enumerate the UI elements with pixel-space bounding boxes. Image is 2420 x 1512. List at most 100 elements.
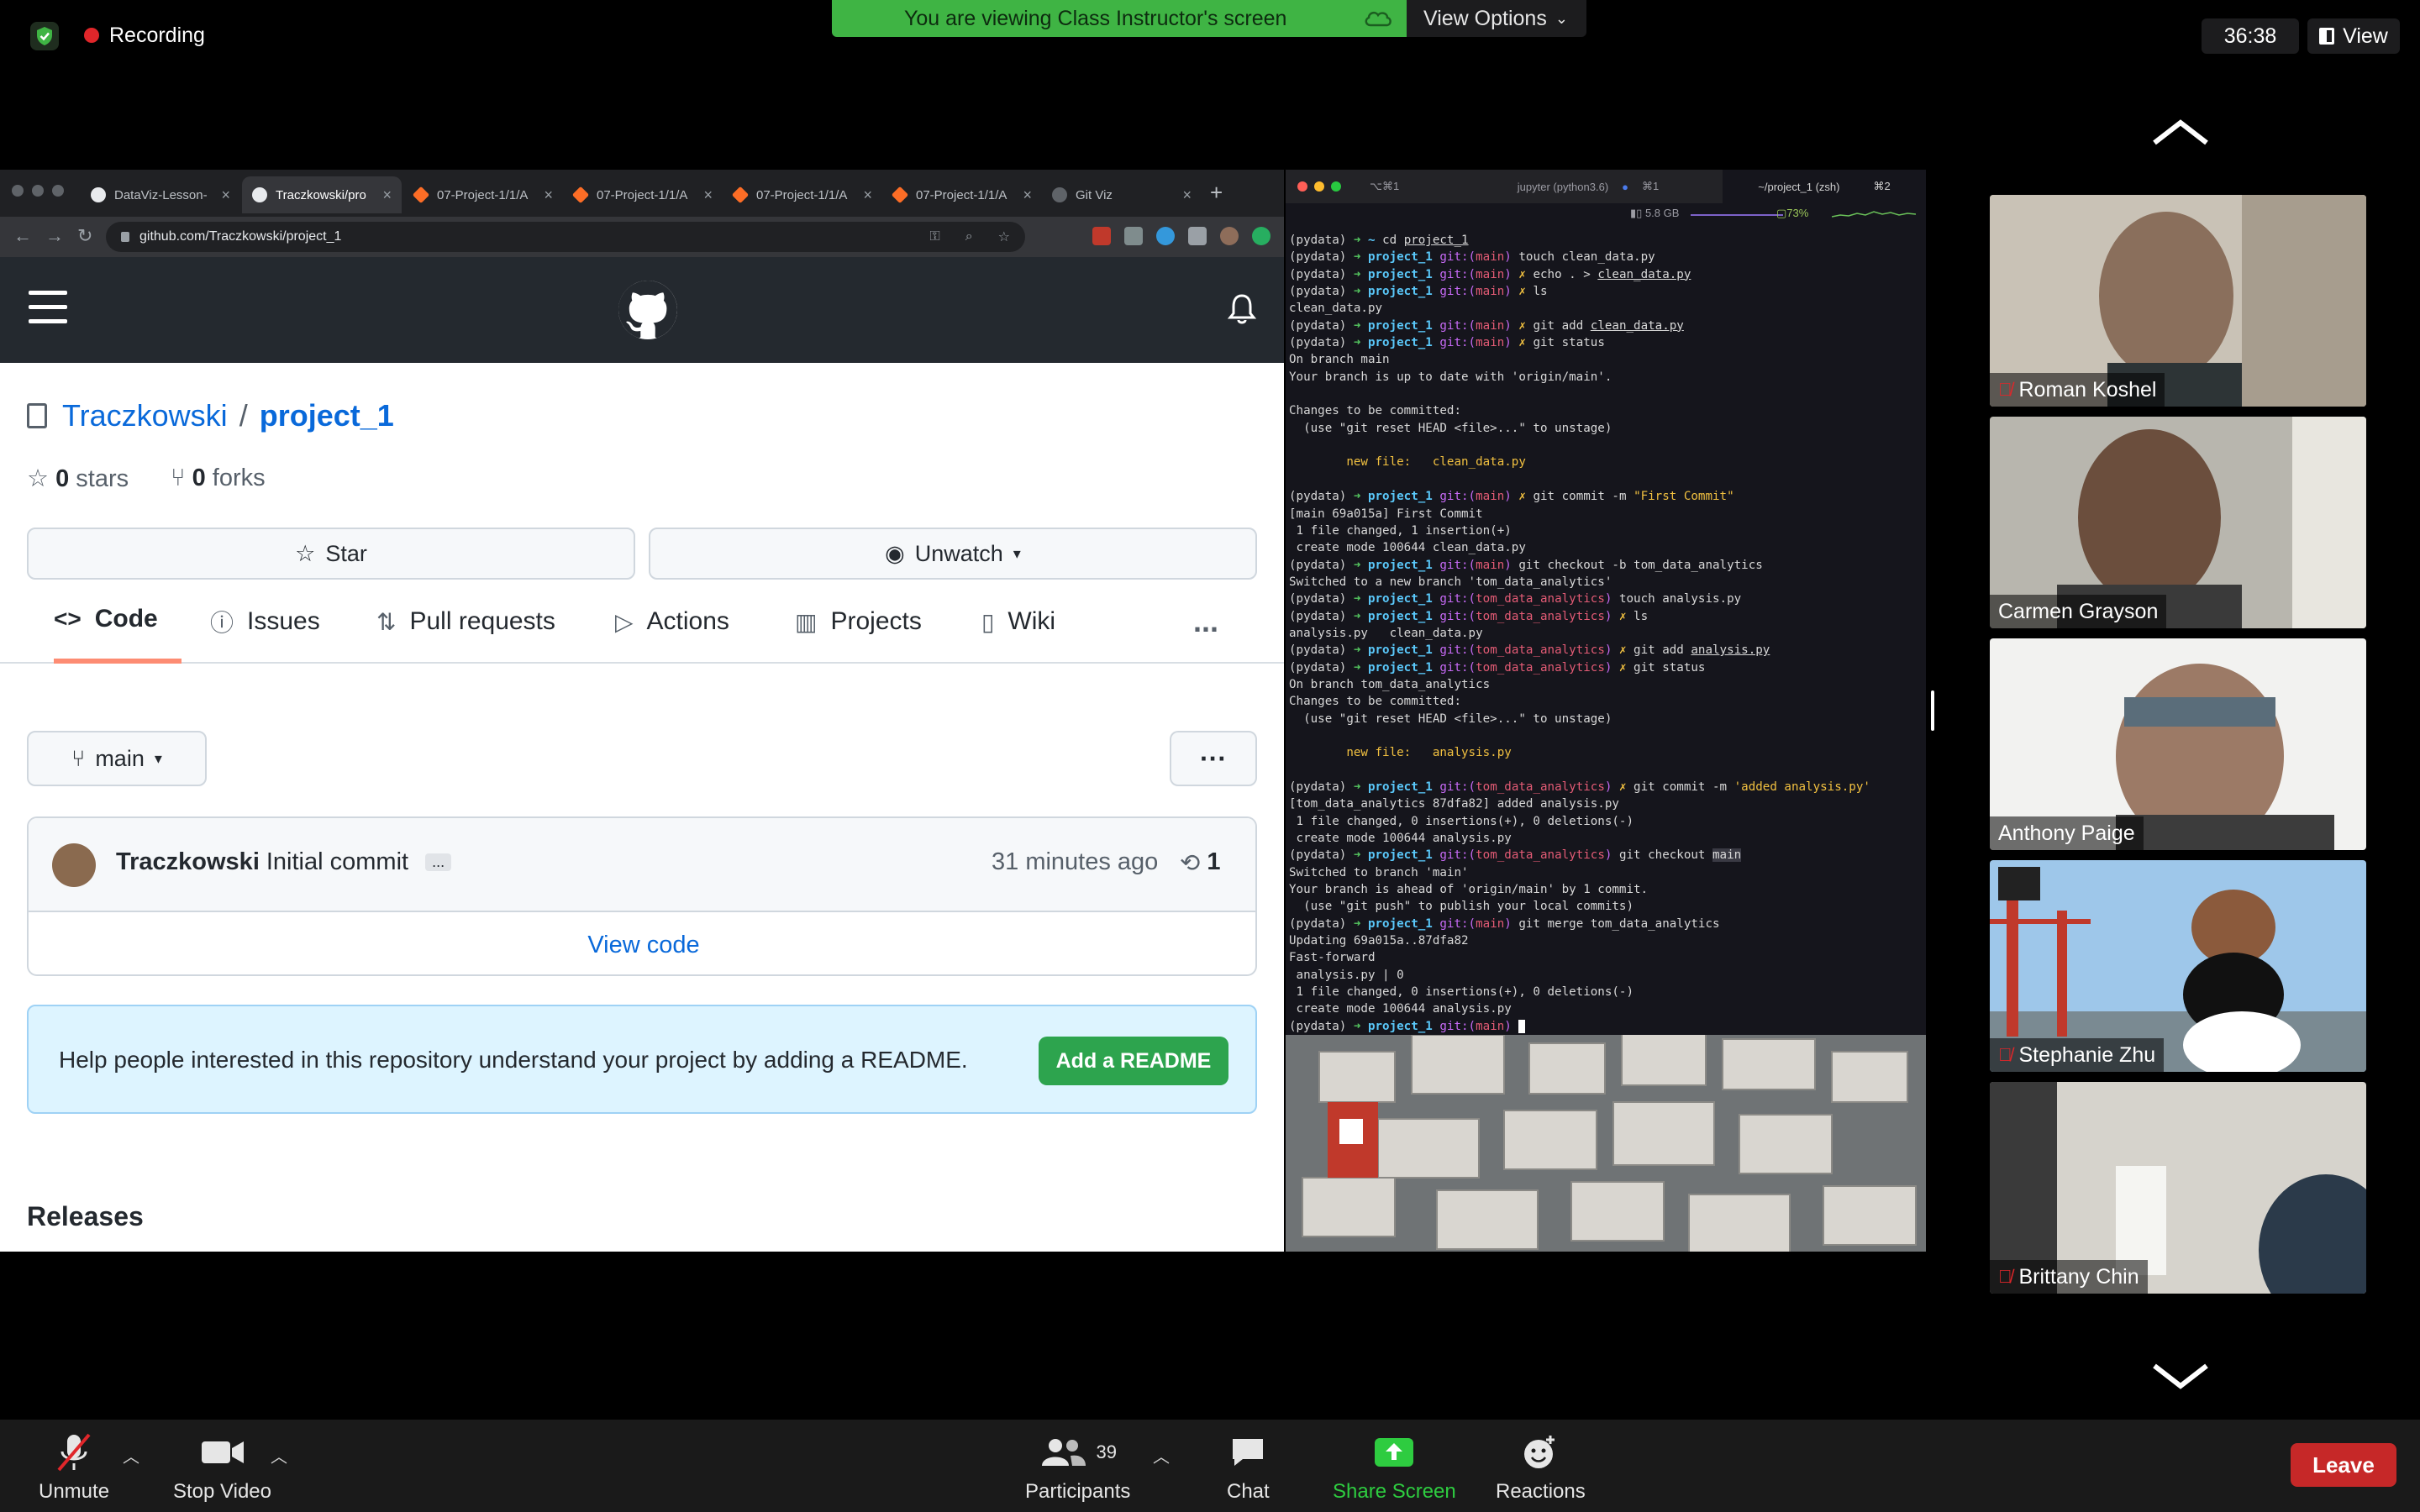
close-tab-icon[interactable]: × xyxy=(544,186,553,204)
commit-expand-button[interactable]: ... xyxy=(425,853,452,871)
browser-tab[interactable]: 07-Project-1/1/A × xyxy=(403,176,563,213)
view-code-link[interactable]: View code xyxy=(29,912,1255,974)
unmute-button[interactable]: Unmute xyxy=(39,1431,109,1504)
window-minimize-icon[interactable] xyxy=(1314,181,1324,192)
github-logo-icon[interactable] xyxy=(618,281,677,339)
forward-icon[interactable]: → xyxy=(45,225,64,247)
participant-tile[interactable]: Carmen Grayson xyxy=(1990,417,2366,628)
browser-tab-active[interactable]: Traczkowski/pro × xyxy=(242,176,402,213)
forks-link[interactable]: ⑂ 0 forks xyxy=(171,465,266,492)
reload-icon[interactable]: ↻ xyxy=(77,225,92,247)
command-selection: main xyxy=(1712,848,1742,863)
key-icon[interactable]: ⚿ xyxy=(930,229,940,244)
scroll-up-chevron-icon[interactable] xyxy=(2151,116,2210,150)
participant-tile[interactable]: 🎙̸ Brittany Chin xyxy=(1990,1082,2366,1294)
tab-issues[interactable]: ⓘ Issues xyxy=(210,580,320,664)
menu-icon[interactable] xyxy=(29,291,67,324)
command-string: 'added analysis.py' xyxy=(1733,780,1870,794)
stop-video-button[interactable]: Stop Video xyxy=(173,1431,271,1504)
terminal-line: create mode 100644 analysis.py xyxy=(1289,830,1923,847)
window-zoom-icon[interactable] xyxy=(52,185,64,197)
repo-owner-link[interactable]: Traczkowski xyxy=(62,398,228,433)
tab-wiki[interactable]: ▯ Wiki xyxy=(981,580,1055,664)
stars-link[interactable]: ☆ 0 stars xyxy=(27,464,129,493)
close-tab-icon[interactable]: × xyxy=(1023,186,1032,204)
window-close-icon[interactable] xyxy=(12,185,24,197)
recording-indicator[interactable]: Recording xyxy=(84,20,205,50)
participant-tile[interactable]: 🎙̸ Roman Koshel xyxy=(1990,195,2366,407)
commit-history-link[interactable]: ⟲ 1 xyxy=(1180,848,1220,878)
tab-actions[interactable]: ▷ Actions xyxy=(615,580,729,664)
command-text: git commit -m xyxy=(1634,780,1734,794)
commit-author-link[interactable]: Traczkowski xyxy=(116,848,260,876)
terminal-tab-jupyter[interactable]: jupyter (python3.6) ● ⌘1 xyxy=(1454,170,1723,203)
scroll-down-chevron-icon[interactable] xyxy=(2151,1359,2210,1393)
prompt-git: git:( xyxy=(1439,250,1476,265)
view-button[interactable]: View xyxy=(2307,18,2400,54)
puzzle-icon[interactable] xyxy=(1188,227,1207,245)
extension-icon[interactable] xyxy=(1124,227,1143,245)
more-options-button[interactable]: ··· xyxy=(1170,731,1257,786)
browser-tab[interactable]: DataViz-Lesson- × xyxy=(81,176,240,213)
security-shield-icon[interactable] xyxy=(30,22,59,50)
bookmark-star-icon[interactable]: ☆ xyxy=(998,228,1010,245)
participants-button[interactable]: 39 Participants xyxy=(1025,1431,1130,1504)
avatar[interactable] xyxy=(52,843,96,887)
extension-icon[interactable] xyxy=(1156,227,1175,245)
repo-name-link[interactable]: project_1 xyxy=(260,398,394,433)
video-options-caret-icon[interactable]: ︿ xyxy=(271,1443,287,1467)
browser-tab[interactable]: 07-Project-1/1/A × xyxy=(563,176,723,213)
profile-avatar[interactable] xyxy=(1220,227,1239,245)
branch-select-button[interactable]: ⑂ main ▾ xyxy=(27,731,207,786)
more-tabs-button[interactable]: ... xyxy=(1193,580,1218,664)
url-field[interactable]: github.com/Traczkowski/project_1 ⚿ ⌕ ☆ xyxy=(106,222,1025,252)
prompt-git: ) xyxy=(1504,267,1519,281)
add-readme-button[interactable]: Add a README xyxy=(1039,1037,1228,1085)
browser-tab[interactable]: 07-Project-1/1/A × xyxy=(723,176,882,213)
unwatch-button[interactable]: ◉ Unwatch ▾ xyxy=(649,528,1257,580)
terminal-line: On branch tom_data_analytics xyxy=(1289,676,1923,693)
dirty-mark-icon: ✗ xyxy=(1618,780,1634,794)
tab-pull-requests[interactable]: ⇅ Pull requests xyxy=(376,580,555,664)
window-zoom-icon[interactable] xyxy=(1331,181,1341,192)
window-minimize-icon[interactable] xyxy=(32,185,44,197)
participant-tile[interactable]: Anthony Paige xyxy=(1990,638,2366,850)
participant-tile[interactable]: 🎙̸ Stephanie Zhu xyxy=(1990,860,2366,1072)
audio-options-caret-icon[interactable]: ︿ xyxy=(123,1443,139,1467)
close-tab-icon[interactable]: × xyxy=(703,186,713,204)
prompt-git: git:( xyxy=(1439,848,1476,863)
commit-time[interactable]: 31 minutes ago xyxy=(992,848,1158,876)
terminal-output[interactable]: (pydata) ➜ ~ cd project_1 (pydata) ➜ proj… xyxy=(1289,232,1923,1035)
extension-icon[interactable] xyxy=(1092,227,1111,245)
reactions-button[interactable]: Reactions xyxy=(1496,1431,1586,1504)
tab-label: Actions xyxy=(646,607,729,635)
new-tab-icon[interactable]: + xyxy=(1210,180,1223,206)
commit-message-link[interactable]: Initial commit xyxy=(266,848,408,876)
output-text: (use "git push" to publish your local co… xyxy=(1289,900,1634,914)
close-tab-icon[interactable]: × xyxy=(382,186,392,204)
prompt-dir: project_1 xyxy=(1367,318,1440,333)
tab-projects[interactable]: ▥ Projects xyxy=(795,580,922,664)
view-options-button[interactable]: View Options ⌄ xyxy=(1407,0,1586,37)
zoom-magnifier-icon[interactable]: ⌕ xyxy=(965,229,973,244)
window-close-icon[interactable] xyxy=(1297,181,1307,192)
close-tab-icon[interactable]: × xyxy=(221,186,230,204)
share-screen-button[interactable]: Share Screen xyxy=(1333,1431,1456,1504)
close-tab-icon[interactable]: × xyxy=(1182,186,1192,204)
leave-button[interactable]: Leave xyxy=(2291,1443,2396,1487)
participants-options-caret-icon[interactable]: ︿ xyxy=(1153,1443,1170,1467)
back-icon[interactable]: ← xyxy=(13,225,32,247)
star-outline-icon: ☆ xyxy=(27,465,49,492)
chat-button[interactable]: Chat xyxy=(1227,1431,1270,1504)
commit-count: 1 xyxy=(1207,848,1221,875)
notifications-bell-icon[interactable] xyxy=(1227,292,1257,326)
extension-icon[interactable] xyxy=(1252,227,1270,245)
close-tab-icon[interactable]: × xyxy=(863,186,872,204)
star-button[interactable]: ☆ Star xyxy=(27,528,635,580)
tab-code[interactable]: <> Code xyxy=(54,580,182,664)
browser-tab[interactable]: Git Viz × xyxy=(1042,176,1202,213)
browser-tab[interactable]: 07-Project-1/1/A × xyxy=(882,176,1042,213)
terminal-tab-project[interactable]: ~/project_1 (zsh) ⌘2 xyxy=(1723,170,1926,203)
split-resize-handle[interactable] xyxy=(1931,690,1934,731)
participant-name: Carmen Grayson xyxy=(1998,599,2159,623)
